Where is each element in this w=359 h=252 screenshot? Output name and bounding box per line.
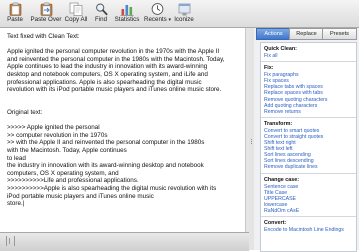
action-link[interactable]: Remove quoting characters xyxy=(264,97,327,103)
tab-replace[interactable]: Replace xyxy=(289,28,324,40)
iconize-label: Iconize xyxy=(174,16,194,23)
statistics-button[interactable]: Statistics xyxy=(113,0,141,27)
divider-grip-dot xyxy=(251,141,252,142)
status-bar xyxy=(0,232,249,251)
iconize-button[interactable]: Iconize xyxy=(173,0,195,27)
editor-text-line: revolution with its iPod portable music … xyxy=(7,86,222,94)
section-divider xyxy=(261,61,356,63)
editor-text-line: professional applications. Apple is also… xyxy=(7,78,202,86)
action-link[interactable]: Remove returns xyxy=(264,109,301,115)
section-divider xyxy=(261,216,356,217)
action-link[interactable]: Sort lines ascending xyxy=(264,152,311,158)
action-link[interactable]: Add quoting characters xyxy=(264,103,317,109)
section-heading: Transform: xyxy=(264,120,293,127)
paste-label: Paste xyxy=(7,16,23,23)
chevron-down-icon: ▾ xyxy=(168,17,171,23)
editor-text-line: with the Macintosh. Today, Apple continu… xyxy=(7,147,127,154)
section-heading: Fix: xyxy=(264,65,274,72)
section-divider xyxy=(261,116,356,118)
paste-button[interactable]: Paste xyxy=(2,0,28,27)
editor-text-line: >>>>> Apple ignited the personal xyxy=(7,124,100,132)
editor-text-line: Apple ignited the personal computer revo… xyxy=(7,48,220,56)
divider-grip-dot xyxy=(251,139,252,140)
section-heading: Quick Clean: xyxy=(264,46,297,52)
action-link[interactable]: Sort lines descending xyxy=(264,158,314,164)
action-link[interactable]: RaNdOm cAsE xyxy=(264,208,299,214)
find-label: Find xyxy=(94,16,108,23)
paste-over-button[interactable]: Paste Over xyxy=(30,0,62,27)
panel-tabs: Actions Replace Presets xyxy=(256,28,357,40)
editor-text-line: >> computer revolution in the 1970s xyxy=(7,131,108,139)
tab-presets[interactable]: Presets xyxy=(322,28,357,40)
clock-icon xyxy=(151,3,163,15)
action-link[interactable]: Title Case xyxy=(264,190,287,196)
action-link[interactable]: Sentence case xyxy=(264,184,298,190)
action-link[interactable]: UPPERCASE xyxy=(264,196,296,202)
action-link[interactable]: Fix paragraphs xyxy=(264,72,299,78)
recents-label: Recents ▾ xyxy=(144,16,171,23)
editor-text-line: Text fixed with Clean Text: xyxy=(7,33,80,40)
magnifier-icon xyxy=(95,3,107,16)
copy-all-label: Copy All xyxy=(64,16,88,23)
text-editor[interactable]: Text fixed with Clean Text: Apple ignited… xyxy=(0,28,245,232)
editor-text-line: and reinvented the personal computer in … xyxy=(7,55,225,63)
actions-list: Quick Clean: Fix all Fix: Fix paragraphs Fix… xyxy=(260,42,357,252)
toolbar: Paste Paste Over Copy All Find Statistic… xyxy=(0,0,359,28)
action-link[interactable]: Shift text right xyxy=(264,140,296,146)
divider-grip-dot xyxy=(251,143,252,144)
statistics-label: Statistics xyxy=(114,16,140,23)
editor-text-line: the industry in innovation with its awar… xyxy=(7,162,204,170)
actions-panel: Actions Replace Presets Quick Clean: Fix … xyxy=(254,28,359,252)
editor-text-line: >>>>>>>>>>Apple is also spearheading the… xyxy=(7,185,217,192)
action-link[interactable]: lowercase xyxy=(264,202,287,208)
action-link[interactable]: Convert to smart quotes xyxy=(264,128,319,134)
section-heading: Change case: xyxy=(264,176,300,183)
action-link[interactable]: Encode to Macintosh Line Endings xyxy=(264,227,344,233)
find-button[interactable]: Find xyxy=(92,0,110,27)
clipboard-icon xyxy=(9,2,21,16)
editor-text-line: >>>>>>>>>>Life and professional applicat… xyxy=(7,177,139,185)
recents-button[interactable]: Recents ▾ xyxy=(144,0,171,27)
paste-over-label: Paste Over xyxy=(30,16,62,23)
section-divider xyxy=(261,172,356,174)
action-link[interactable]: Remove duplicate lines xyxy=(264,164,318,170)
editor-text-line: Original text: xyxy=(7,109,43,116)
iconize-window-icon xyxy=(178,3,190,16)
editor-text-line: store.| xyxy=(7,200,25,208)
editor-text-line: desktop and notebook computers, OS X ope… xyxy=(7,71,208,78)
action-link[interactable]: Convert to straight quotes xyxy=(264,134,323,140)
action-link[interactable]: Fix all xyxy=(264,53,278,59)
tab-actions[interactable]: Actions xyxy=(256,28,291,40)
bar-chart-icon xyxy=(120,5,134,16)
resize-handle-icon[interactable] xyxy=(6,236,15,246)
editor-text-line: >> with the Apple II and reinvented the … xyxy=(7,139,205,147)
editor-text-line: Apple continues to lead the industry in … xyxy=(7,63,208,71)
section-heading: Convert: xyxy=(264,220,287,226)
action-link[interactable]: Replace spaces with tabs xyxy=(264,90,323,96)
editor-text-line: computers, OS X operating system, and xyxy=(7,169,119,177)
editor-text-line: to lead xyxy=(7,154,26,162)
clipboard-over-icon xyxy=(40,2,52,16)
action-link[interactable]: Shift text left xyxy=(264,146,293,152)
copy-documents-icon xyxy=(69,2,83,16)
copy-all-button[interactable]: Copy All xyxy=(63,0,89,27)
action-link[interactable]: Fix spaces xyxy=(264,78,289,84)
editor-text-line: iPod portable music players and iTunes o… xyxy=(7,192,154,200)
action-link[interactable]: Replace tabs with spaces xyxy=(264,84,323,90)
